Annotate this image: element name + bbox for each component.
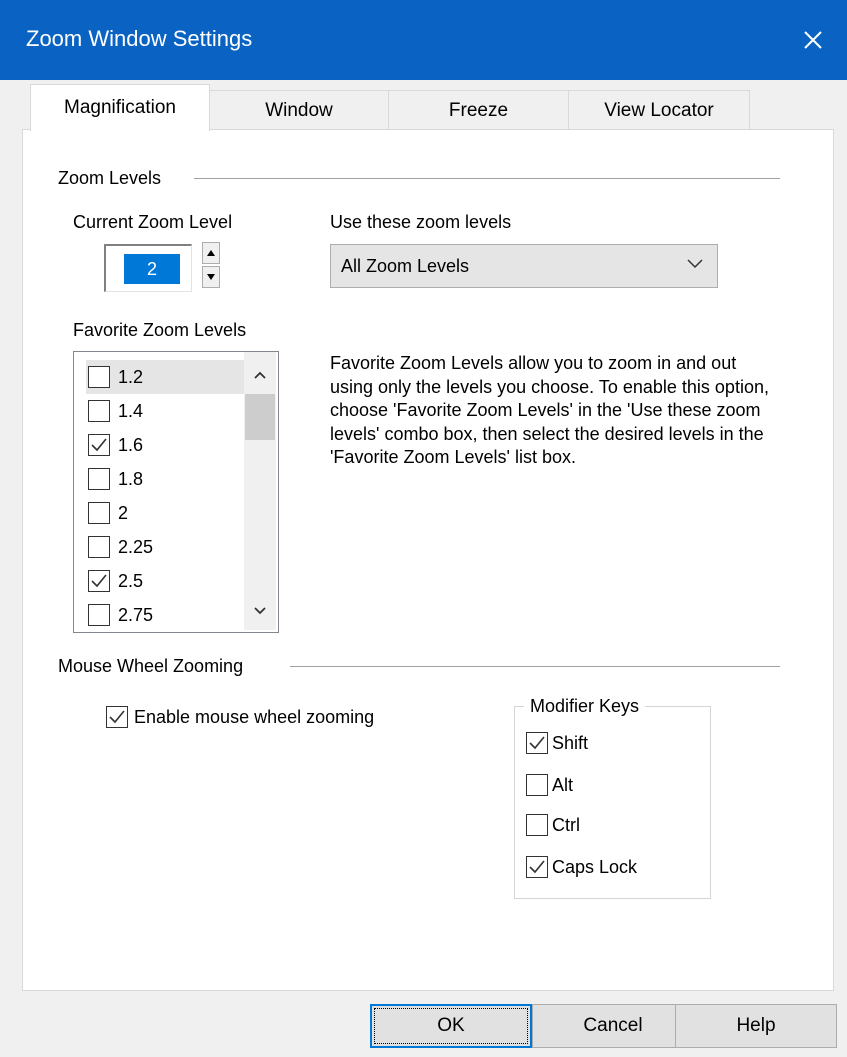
tab-view-locator[interactable]: View Locator: [568, 90, 750, 130]
mouse-wheel-group-label: Mouse Wheel Zooming: [58, 656, 244, 676]
cancel-button[interactable]: Cancel: [532, 1004, 694, 1048]
scroll-up-button[interactable]: [244, 360, 276, 390]
tab-freeze[interactable]: Freeze: [388, 90, 569, 130]
tab-label: Freeze: [448, 99, 509, 121]
list-item-label: 2.75: [118, 604, 154, 625]
tab-window[interactable]: Window: [209, 90, 389, 130]
favorite-zoom-label: Favorite Zoom Levels: [73, 320, 247, 340]
current-zoom-spinbox[interactable]: 2: [104, 244, 192, 292]
zoom-levels-combo[interactable]: All Zoom Levels: [330, 244, 718, 288]
zoom-levels-selected: All Zoom Levels: [341, 256, 470, 276]
list-item-label: 1.2: [118, 366, 144, 387]
arrow-up-icon: [207, 250, 215, 256]
zoom-levels-divider: [194, 178, 780, 179]
checkbox[interactable]: [526, 774, 548, 796]
modifier-ctrl-checkbox[interactable]: Ctrl: [526, 814, 580, 836]
list-item-label: 1.6: [118, 434, 144, 455]
chevron-down-icon: [687, 259, 703, 269]
modifier-capslock-checkbox[interactable]: Caps Lock: [526, 856, 637, 878]
enable-wheel-zoom-checkbox[interactable]: Enable mouse wheel zooming: [106, 706, 374, 728]
close-button[interactable]: [779, 0, 847, 80]
list-item[interactable]: 1.8: [88, 462, 258, 496]
current-zoom-label: Current Zoom Level: [73, 212, 233, 232]
checkmark-icon: [109, 710, 125, 724]
title-bar: Zoom Window Settings: [0, 0, 847, 80]
ok-button-label: OK: [437, 1015, 465, 1036]
checkbox[interactable]: [526, 732, 548, 754]
checkbox[interactable]: [88, 536, 110, 558]
checkbox[interactable]: [88, 502, 110, 524]
tab-label: Magnification: [64, 97, 176, 118]
scroll-down-button[interactable]: [244, 596, 276, 626]
checkbox[interactable]: [88, 570, 110, 592]
list-item[interactable]: 1.6: [88, 428, 258, 462]
close-icon: [804, 31, 822, 49]
modifier-shift-checkbox[interactable]: Shift: [526, 732, 588, 754]
list-item[interactable]: 2.5: [88, 564, 258, 598]
scroll-thumb[interactable]: [245, 394, 275, 440]
current-zoom-value[interactable]: 2: [124, 254, 180, 284]
modifier-label: Caps Lock: [552, 856, 638, 877]
checkmark-icon: [91, 438, 107, 452]
arrow-down-icon: [207, 274, 215, 280]
spin-down-button[interactable]: [202, 266, 220, 288]
help-button[interactable]: Help: [675, 1004, 837, 1048]
chevron-up-icon: [254, 371, 266, 379]
tab-magnification[interactable]: Magnification: [30, 84, 210, 131]
checkbox[interactable]: [88, 434, 110, 456]
zoom-settings-dialog: Zoom Window Settings Magnification Windo…: [0, 0, 847, 1057]
tab-label: View Locator: [604, 99, 714, 121]
list-item-label: 1.4: [118, 400, 144, 421]
enable-wheel-zoom-label: Enable mouse wheel zooming: [134, 706, 375, 727]
checkbox[interactable]: [88, 468, 110, 490]
modifier-keys-label: Modifier Keys: [524, 696, 646, 717]
list-item-label: 2.25: [118, 536, 154, 557]
tab-label: Window: [265, 99, 333, 121]
checkbox[interactable]: [88, 366, 110, 388]
help-button-label: Help: [736, 1015, 776, 1036]
checkmark-icon: [91, 574, 107, 588]
checkbox[interactable]: [106, 706, 128, 728]
spin-up-button[interactable]: [202, 242, 220, 264]
chevron-down-icon: [254, 607, 266, 615]
checkmark-icon: [529, 860, 545, 874]
ok-button[interactable]: OK: [370, 1004, 532, 1048]
checkmark-icon: [529, 736, 545, 750]
list-item[interactable]: 2.75: [88, 598, 258, 632]
zoom-levels-group-label: Zoom Levels: [58, 168, 162, 188]
modifier-label: Alt: [552, 774, 574, 795]
mouse-wheel-divider: [290, 666, 780, 667]
list-item-label: 1.8: [118, 468, 144, 489]
checkbox[interactable]: [88, 604, 110, 626]
list-item[interactable]: 1.2: [86, 360, 260, 394]
checkbox[interactable]: [88, 400, 110, 422]
list-item[interactable]: 1.4: [88, 394, 258, 428]
use-zoom-levels-label: Use these zoom levels: [330, 212, 512, 232]
modifier-label: Shift: [552, 732, 589, 753]
list-scrollbar[interactable]: [244, 352, 276, 630]
modifier-label: Ctrl: [552, 814, 580, 835]
list-item[interactable]: 2.25: [88, 530, 258, 564]
favorite-zoom-description: Favorite Zoom Levels allow you to zoom i…: [330, 353, 769, 467]
cancel-button-label: Cancel: [583, 1015, 643, 1036]
checkbox[interactable]: [526, 814, 548, 836]
checkbox[interactable]: [526, 856, 548, 878]
list-item-label: 2.5: [118, 570, 144, 591]
list-item-label: 2: [118, 502, 129, 523]
window-title: Zoom Window Settings: [26, 26, 253, 51]
list-item[interactable]: 2: [88, 496, 258, 530]
modifier-alt-checkbox[interactable]: Alt: [526, 774, 573, 796]
